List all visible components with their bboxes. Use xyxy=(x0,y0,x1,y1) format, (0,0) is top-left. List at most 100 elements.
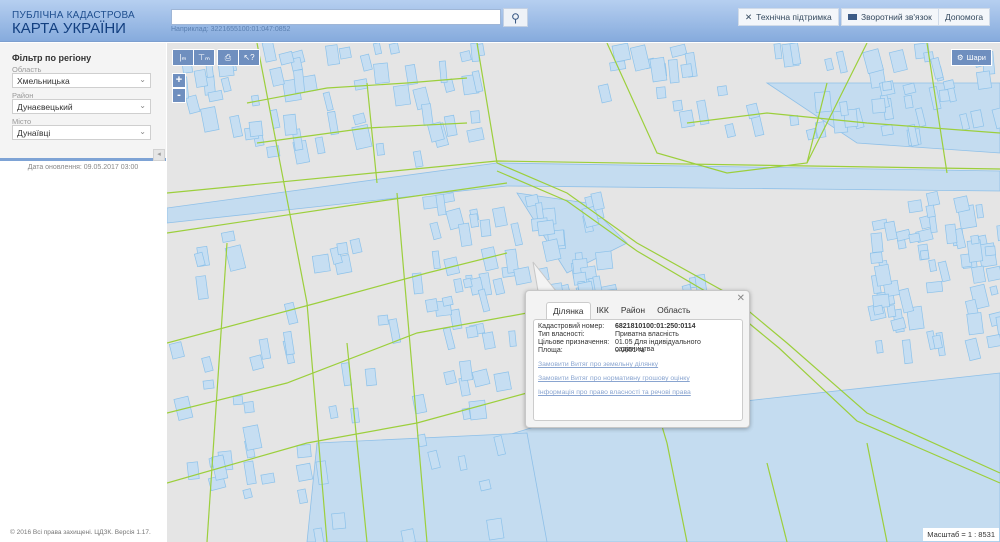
search-input[interactable] xyxy=(171,9,501,25)
parcel[interactable] xyxy=(970,234,980,245)
parcel[interactable] xyxy=(314,136,326,155)
parcel[interactable] xyxy=(925,204,936,218)
parcel[interactable] xyxy=(202,379,215,390)
parcel[interactable] xyxy=(655,86,667,99)
parcel[interactable] xyxy=(595,250,614,271)
parcel[interactable] xyxy=(200,106,220,133)
parcel[interactable] xyxy=(349,237,363,255)
parcel[interactable] xyxy=(835,50,848,74)
parcel[interactable] xyxy=(229,114,243,138)
parcel[interactable] xyxy=(201,356,214,373)
parcel[interactable] xyxy=(457,222,473,247)
parcel[interactable] xyxy=(295,462,314,482)
parcel[interactable] xyxy=(901,339,913,365)
parcel[interactable] xyxy=(243,460,257,486)
parcel[interactable] xyxy=(260,472,276,485)
parcel[interactable] xyxy=(375,142,385,156)
zoom-out-button[interactable]: - xyxy=(172,88,186,103)
parcel[interactable] xyxy=(466,127,485,143)
tab-oblast[interactable]: Область xyxy=(651,302,696,319)
parcel[interactable] xyxy=(944,223,958,245)
parcel[interactable] xyxy=(881,80,893,91)
parcel[interactable] xyxy=(470,110,481,124)
parcel[interactable] xyxy=(937,260,951,283)
parcel[interactable] xyxy=(492,277,506,296)
parcel[interactable] xyxy=(536,219,556,237)
tab-raion[interactable]: Район xyxy=(615,302,651,319)
collapse-sidebar-button[interactable]: ◂ xyxy=(153,149,165,161)
parcel[interactable] xyxy=(373,62,390,85)
misto-select[interactable]: Дунаївці ⌄ xyxy=(12,125,151,140)
parcel[interactable] xyxy=(269,66,285,87)
parcel[interactable] xyxy=(872,304,884,316)
parcel[interactable] xyxy=(629,44,651,72)
parcel[interactable] xyxy=(443,114,458,137)
parcel[interactable] xyxy=(421,103,434,126)
support-button[interactable]: ✕ Технічна підтримка xyxy=(738,8,839,26)
parcel[interactable] xyxy=(249,354,265,371)
parcel[interactable] xyxy=(839,101,849,117)
parcel[interactable] xyxy=(168,341,185,360)
parcel[interactable] xyxy=(442,327,456,351)
parcel[interactable] xyxy=(195,275,209,300)
layers-button[interactable]: ⚙ Шари xyxy=(950,49,992,66)
parcel[interactable] xyxy=(479,219,492,237)
parcel[interactable] xyxy=(453,278,464,293)
parcel[interactable] xyxy=(678,109,695,129)
parcel[interactable] xyxy=(331,512,347,530)
parcel[interactable] xyxy=(486,517,505,541)
parcel[interactable] xyxy=(789,115,800,126)
feedback-button[interactable]: Зворотний зв'язок xyxy=(841,8,939,26)
parcel[interactable] xyxy=(424,298,439,313)
parcel[interactable] xyxy=(964,337,982,362)
parcel[interactable] xyxy=(441,295,454,307)
parcel[interactable] xyxy=(388,43,400,55)
parcel[interactable] xyxy=(492,206,508,228)
help-button[interactable]: Допомога xyxy=(938,8,991,26)
parcel[interactable] xyxy=(326,110,339,136)
parcel[interactable] xyxy=(745,102,760,120)
parcel[interactable] xyxy=(508,330,517,347)
tab-parcel[interactable]: Ділянка xyxy=(546,302,591,319)
parcel[interactable] xyxy=(989,285,999,296)
measure-distance-icon[interactable]: |ₘ xyxy=(173,50,193,65)
parcel[interactable] xyxy=(510,222,523,247)
parcel[interactable] xyxy=(667,58,680,84)
parcel[interactable] xyxy=(297,488,309,505)
parcel[interactable] xyxy=(871,97,887,114)
search-button[interactable]: ⚲ xyxy=(503,8,528,27)
measure-area-icon[interactable]: ⊤ₘ xyxy=(194,50,214,65)
parcel[interactable] xyxy=(465,325,479,339)
parcel[interactable] xyxy=(220,230,236,243)
parcel[interactable] xyxy=(220,77,232,93)
parcel[interactable] xyxy=(468,399,488,421)
print-icon[interactable]: ⎙ xyxy=(218,50,238,65)
tab-ikk[interactable]: ІКК xyxy=(591,302,615,319)
parcel[interactable] xyxy=(875,339,884,354)
parcel[interactable] xyxy=(597,83,612,104)
parcel[interactable] xyxy=(481,331,496,350)
close-icon[interactable]: ✕ xyxy=(737,293,745,304)
parcel[interactable] xyxy=(925,280,944,294)
ownership-info-link[interactable]: Інформація про право власності та речові… xyxy=(538,389,691,396)
parcel[interactable] xyxy=(942,79,956,91)
parcel[interactable] xyxy=(883,220,898,241)
parcel[interactable] xyxy=(903,94,914,109)
parcel[interactable] xyxy=(975,203,985,219)
order-valuation-link[interactable]: Замовити Витяг про нормативну грошову оц… xyxy=(538,375,690,382)
parcel[interactable] xyxy=(908,232,921,244)
parcel[interactable] xyxy=(870,232,884,253)
logo-line2[interactable]: КАРТА УКРАЇНИ xyxy=(12,20,126,37)
parcel[interactable] xyxy=(283,301,299,325)
parcel[interactable] xyxy=(328,405,339,419)
parcel[interactable] xyxy=(352,112,367,126)
parcel[interactable] xyxy=(672,99,684,112)
order-extract-link[interactable]: Замовити Витяг про земельну ділянку xyxy=(538,361,658,368)
parcel[interactable] xyxy=(193,68,209,88)
parcel[interactable] xyxy=(443,370,457,386)
parcel[interactable] xyxy=(919,249,930,260)
parcel[interactable] xyxy=(242,488,253,500)
raion-select[interactable]: Дунаєвецький ⌄ xyxy=(12,99,151,114)
parcel[interactable] xyxy=(336,242,349,256)
parcel[interactable] xyxy=(984,245,997,257)
